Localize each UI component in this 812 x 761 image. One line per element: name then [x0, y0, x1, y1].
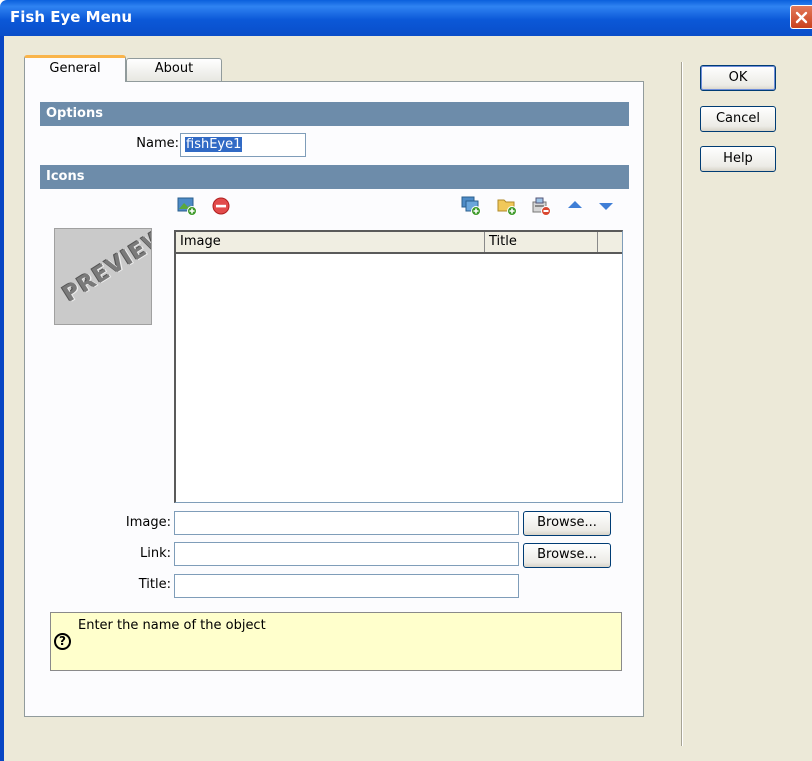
- add-images-icon[interactable]: [461, 196, 481, 216]
- icons-header: Icons: [40, 165, 629, 189]
- icon-preview: PREVIEW: [54, 228, 152, 325]
- move-up-icon[interactable]: [565, 196, 585, 216]
- general-panel: Options Name: fishEye1 Icons PREVIEW Ima…: [24, 81, 644, 717]
- cancel-button[interactable]: Cancel: [700, 106, 776, 132]
- divider: [681, 62, 683, 746]
- ok-button[interactable]: OK: [700, 65, 776, 91]
- icons-table-header: Image Title: [176, 232, 622, 254]
- browse-link-button[interactable]: Browse...: [523, 543, 611, 568]
- tab-about[interactable]: About: [126, 58, 222, 82]
- title-bar: Fish Eye Menu: [0, 0, 812, 36]
- title-label: Title:: [138, 577, 171, 592]
- link-label: Link:: [139, 546, 171, 561]
- add-image-icon[interactable]: [177, 196, 197, 216]
- preview-text: PREVIEW: [58, 228, 152, 308]
- name-input[interactable]: fishEye1: [180, 133, 306, 157]
- help-panel: ? Enter the name of the object: [50, 612, 622, 671]
- title-input[interactable]: [174, 574, 519, 598]
- help-text: Enter the name of the object: [78, 618, 266, 633]
- help-button[interactable]: Help: [700, 146, 776, 172]
- image-label: Image:: [125, 515, 171, 530]
- add-folder-icon[interactable]: [497, 196, 517, 216]
- dialog-body: General About Options Name: fishEye1 Ico…: [0, 36, 812, 761]
- tab-general[interactable]: General: [24, 55, 126, 82]
- move-down-icon[interactable]: [596, 196, 616, 216]
- options-header: Options: [40, 102, 629, 126]
- help-icon: ?: [54, 633, 71, 650]
- close-icon[interactable]: [790, 5, 812, 29]
- window-title: Fish Eye Menu: [10, 8, 133, 26]
- name-label: Name:: [136, 136, 179, 151]
- browse-image-button[interactable]: Browse...: [523, 511, 611, 536]
- column-title[interactable]: Title: [485, 232, 598, 252]
- link-input[interactable]: [174, 542, 519, 566]
- column-image[interactable]: Image: [176, 232, 485, 252]
- edit-icon[interactable]: [531, 196, 551, 216]
- image-input[interactable]: [174, 511, 519, 535]
- remove-icon[interactable]: [211, 196, 231, 216]
- icons-table[interactable]: Image Title: [174, 230, 623, 503]
- name-value: fishEye1: [185, 137, 243, 152]
